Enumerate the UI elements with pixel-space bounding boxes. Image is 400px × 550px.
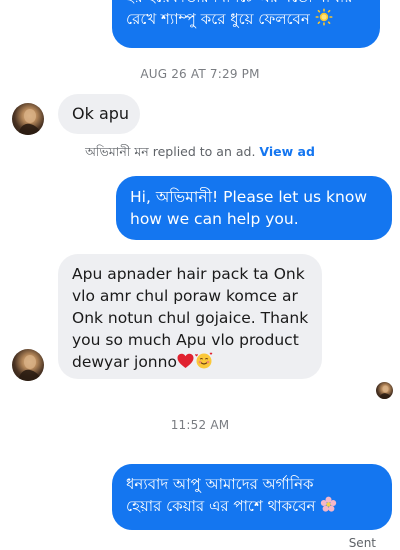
contact-avatar[interactable]: [12, 349, 44, 381]
message-line: dewyar jonno: [72, 351, 312, 375]
message-line: Onk notun chul gojaice. Thank: [72, 309, 309, 327]
incoming-message-ok-apu[interactable]: Ok apu: [58, 94, 140, 134]
message-line: Hi, অভিমানী! Please let us know: [130, 188, 368, 206]
seen-receipt-avatar: [376, 382, 393, 399]
view-ad-link[interactable]: View ad: [259, 144, 315, 159]
message-line: হয় ইয়েকাভার মিনিটে এর মতো মাথার: [126, 0, 364, 8]
chat-thread: হয় ইয়েকাভার মিনিটে এর মতো মাথার রেখে শ…: [0, 0, 400, 550]
sent-status: Sent: [348, 536, 376, 550]
message-text: হেয়ার কেয়ার এর পাশে থাকবেন: [126, 497, 316, 515]
message-line: you so much Apu vlo product: [72, 331, 299, 349]
message-text: dewyar jonno: [72, 353, 177, 371]
message-timestamp: 11:52 AM: [170, 418, 230, 432]
smiling-face-with-hearts-icon: [194, 351, 214, 375]
message-line: রেখে শ্যাম্পু করে ধুয়ে ফেলবেন: [126, 8, 364, 32]
message-line: হেয়ার কেয়ার এর পাশে থাকবেন: [126, 495, 380, 519]
contact-avatar[interactable]: [12, 103, 44, 135]
message-text: রেখে শ্যাম্পু করে ধুয়ে ফেলবেন: [126, 10, 310, 28]
outgoing-message-greeting[interactable]: Hi, অভিমানী! Please let us know how we c…: [116, 176, 392, 240]
message-timestamp: AUG 26 AT 7:29 PM: [140, 67, 260, 81]
ad-reply-text: অভিমানী মন replied to an ad.: [85, 144, 256, 159]
red-heart-icon: [177, 353, 194, 375]
message-text: Ok apu: [72, 104, 130, 123]
message-line: Apu apnader hair pack ta Onk: [72, 265, 305, 283]
blossom-icon: [320, 496, 337, 519]
incoming-message-review[interactable]: Apu apnader hair pack ta Onk vlo amr chu…: [58, 254, 322, 379]
message-line: how we can help you.: [130, 210, 299, 228]
message-line: ধন্যবাদ আপু আমাদের অর্গানিক: [126, 475, 314, 493]
sun-icon: [315, 8, 333, 32]
outgoing-message-thanks[interactable]: ধন্যবাদ আপু আমাদের অর্গানিক হেয়ার কেয়া…: [112, 464, 392, 530]
ad-reply-note: অভিমানী মন replied to an ad. View ad: [0, 144, 400, 164]
outgoing-message-bangla-instructions[interactable]: হয় ইয়েকাভার মিনিটে এর মতো মাথার রেখে শ…: [112, 0, 380, 48]
message-line: vlo amr chul poraw komce ar: [72, 287, 298, 305]
